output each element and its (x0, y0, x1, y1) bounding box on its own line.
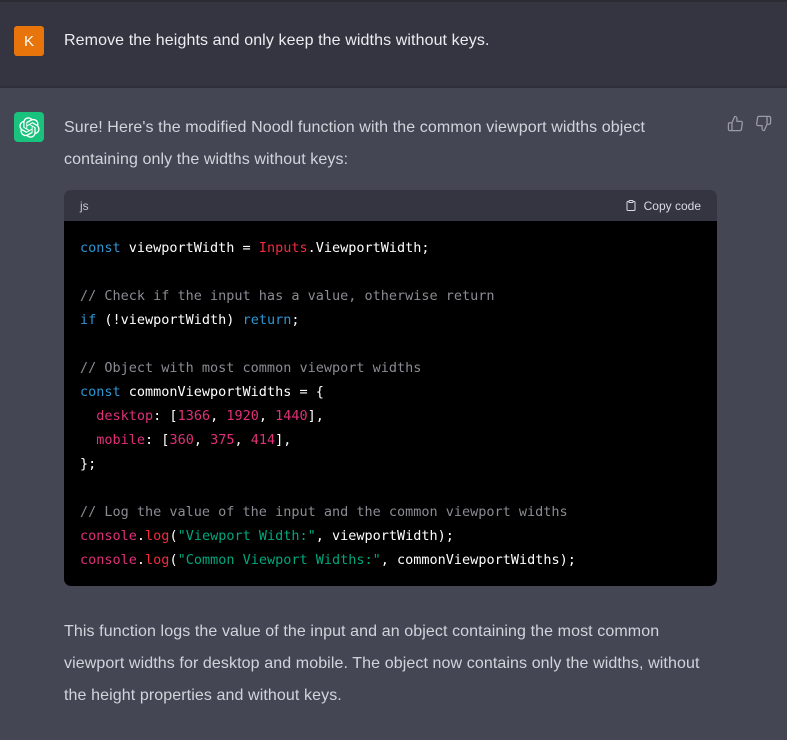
code-line: mobile: [360, 375, 414], (80, 428, 701, 452)
code-line: }; (80, 452, 701, 476)
code-line: console.log("Viewport Width:", viewportW… (80, 524, 701, 548)
code-line (80, 332, 701, 356)
code-block-header: js Copy code (64, 190, 717, 221)
code-block: js Copy code const viewportWidth = Input… (64, 190, 717, 586)
code-line: const viewportWidth = Inputs.ViewportWid… (80, 236, 701, 260)
chat-view: K Remove the heights and only keep the w… (0, 0, 787, 740)
code-content[interactable]: const viewportWidth = Inputs.ViewportWid… (64, 221, 717, 586)
thumbs-up-icon (727, 115, 744, 132)
thumbs-up-button[interactable] (727, 115, 744, 132)
user-message-row: K Remove the heights and only keep the w… (0, 0, 787, 86)
assistant-outro-text: This function logs the value of the inpu… (64, 616, 717, 712)
code-line (80, 260, 701, 284)
assistant-intro-text: Sure! Here's the modified Noodl function… (64, 112, 717, 176)
assistant-avatar (14, 112, 44, 142)
code-language-label: js (80, 199, 89, 213)
assistant-message-row: Sure! Here's the modified Noodl function… (0, 86, 787, 740)
code-line: console.log("Common Viewport Widths:", c… (80, 548, 701, 572)
code-line: if (!viewportWidth) return; (80, 308, 701, 332)
thumbs-down-icon (755, 115, 772, 132)
code-line (80, 476, 701, 500)
code-line: // Log the value of the input and the co… (80, 500, 701, 524)
copy-code-label: Copy code (644, 199, 701, 213)
code-line: const commonViewportWidths = { (80, 380, 701, 404)
user-avatar: K (14, 26, 44, 56)
code-line: // Check if the input has a value, other… (80, 284, 701, 308)
assistant-message-content: Sure! Here's the modified Noodl function… (64, 112, 717, 712)
thumbs-down-button[interactable] (755, 115, 772, 132)
code-line: desktop: [1366, 1920, 1440], (80, 404, 701, 428)
copy-code-button[interactable]: Copy code (625, 199, 701, 213)
openai-logo-icon (19, 117, 40, 138)
user-avatar-letter: K (24, 33, 34, 50)
feedback-controls (727, 115, 772, 132)
clipboard-icon (625, 199, 637, 212)
user-message-text: Remove the heights and only keep the wid… (64, 26, 490, 56)
code-line: // Object with most common viewport widt… (80, 356, 701, 380)
